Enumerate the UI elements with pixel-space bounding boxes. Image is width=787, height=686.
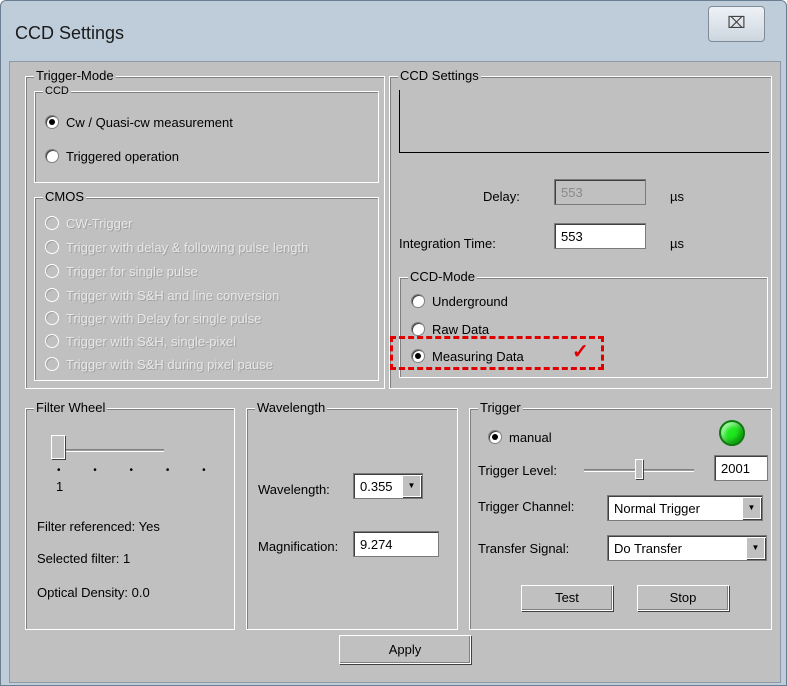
trigger-channel-select[interactable]: Normal Trigger ▼: [607, 495, 763, 521]
filter-slider-track[interactable]: [58, 449, 164, 452]
filter-wheel-label: Filter Wheel: [34, 400, 108, 415]
trigger-level-input[interactable]: 2001: [714, 455, 768, 481]
magnification-input[interactable]: 9.274: [353, 531, 439, 557]
cmos-option-radio[interactable]: [45, 311, 59, 325]
trigger-level-slider-thumb[interactable]: [635, 459, 643, 479]
triggered-operation-radio[interactable]: [45, 149, 59, 163]
cmos-option-label: Trigger with S&H during pixel pause: [66, 357, 273, 372]
ccd-trigger-label: CCD: [43, 84, 71, 98]
filter-wheel-group: Filter Wheel • • • • • 1 Filter referenc…: [25, 401, 235, 630]
selected-filter: Selected filter: 1: [37, 551, 131, 566]
cmos-option-radio[interactable]: [45, 334, 59, 348]
raw-data-label: Raw Data: [432, 322, 490, 337]
ccd-preview-area: [399, 90, 769, 153]
apply-button[interactable]: Apply: [339, 635, 471, 664]
delay-unit: µs: [670, 189, 684, 204]
optical-density: Optical Density: 0.0: [37, 585, 150, 600]
checkmark-icon: ✓: [572, 341, 589, 363]
wavelength-select[interactable]: 0.355 ▼: [353, 473, 423, 499]
filter-slider-value: 1: [56, 479, 64, 494]
filter-referenced: Filter referenced: Yes: [37, 519, 160, 534]
cmos-trigger-group: CMOS CW-Trigger Trigger with delay & fol…: [34, 190, 379, 381]
cmos-option-radio[interactable]: [45, 216, 59, 230]
status-led-icon: [719, 420, 745, 446]
close-button[interactable]: ⌧: [708, 6, 765, 42]
cmos-option-label: Trigger with Delay for single pulse: [66, 311, 262, 326]
delay-label: Delay:: [483, 189, 520, 204]
cw-quasi-cw-label: Cw / Quasi-cw measurement: [66, 115, 233, 130]
transfer-signal-label: Transfer Signal:: [478, 541, 570, 556]
cmos-option-radio[interactable]: [45, 240, 59, 254]
highlight-box: ✓: [390, 336, 604, 370]
ccd-trigger-group: CCD Cw / Quasi-cw measurement Triggered …: [34, 84, 379, 183]
filter-slider-thumb[interactable]: [51, 435, 65, 459]
wavelength-group-label: Wavelength: [255, 400, 328, 415]
filter-slider-ticks: • • • • •: [57, 465, 221, 476]
test-button[interactable]: Test: [521, 585, 613, 611]
window-title: CCD Settings: [15, 23, 125, 43]
cmos-option-radio[interactable]: [45, 264, 59, 278]
wavelength-label: Wavelength:: [258, 482, 330, 497]
ccd-settings-window: CCD Settings ⌧ Trigger-Mode CCD Cw / Qua…: [0, 0, 787, 686]
cmos-option-radio[interactable]: [45, 288, 59, 302]
wavelength-group: Wavelength Wavelength: 0.355 ▼ Magnifica…: [246, 401, 458, 630]
trigger-mode-group: Trigger-Mode CCD Cw / Quasi-cw measureme…: [25, 69, 385, 389]
cmos-option-label: Trigger for single pulse: [66, 264, 198, 279]
cmos-option-label: CW-Trigger: [66, 216, 133, 231]
cmos-option-label: Trigger with S&H, single-pixel: [66, 334, 237, 349]
trigger-mode-label: Trigger-Mode: [34, 68, 116, 83]
trigger-channel-label: Trigger Channel:: [478, 499, 575, 514]
raw-data-radio[interactable]: [411, 322, 425, 336]
dropdown-arrow-icon[interactable]: ▼: [746, 537, 765, 559]
ccd-mode-label: CCD-Mode: [408, 269, 478, 284]
triggered-operation-label: Triggered operation: [66, 149, 179, 164]
cmos-option-radio[interactable]: [45, 357, 59, 371]
trigger-level-label: Trigger Level:: [478, 463, 557, 478]
dialog-client: Trigger-Mode CCD Cw / Quasi-cw measureme…: [9, 61, 781, 683]
trigger-group-label: Trigger: [478, 400, 523, 415]
trigger-group: Trigger manual Trigger Level: 2001 Trigg…: [469, 401, 772, 630]
integration-time-label: Integration Time:: [399, 236, 496, 251]
transfer-signal-select[interactable]: Do Transfer ▼: [607, 535, 767, 561]
cmos-trigger-label: CMOS: [43, 189, 86, 204]
cw-quasi-cw-radio[interactable]: [45, 115, 59, 129]
ccd-settings-group: CCD Settings Delay: 553 µs Integration T…: [389, 69, 772, 389]
cmos-option-label: Trigger with S&H and line conversion: [66, 288, 280, 303]
manual-radio[interactable]: [488, 430, 502, 444]
manual-label: manual: [509, 430, 552, 445]
dropdown-arrow-icon[interactable]: ▼: [742, 497, 761, 519]
close-icon: ⌧: [727, 15, 746, 32]
underground-radio[interactable]: [411, 294, 425, 308]
ccd-settings-label: CCD Settings: [398, 68, 481, 83]
delay-input[interactable]: 553: [554, 179, 646, 205]
magnification-label: Magnification:: [258, 539, 339, 554]
integration-time-input[interactable]: 553: [554, 223, 646, 249]
dropdown-arrow-icon[interactable]: ▼: [402, 475, 421, 497]
cmos-option-label: Trigger with delay & following pulse len…: [66, 240, 309, 255]
underground-label: Underground: [432, 294, 508, 309]
integration-unit: µs: [670, 236, 684, 251]
stop-button[interactable]: Stop: [637, 585, 729, 611]
